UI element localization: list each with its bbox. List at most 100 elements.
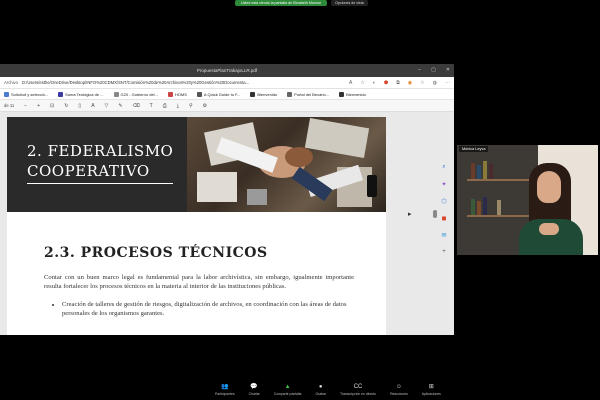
search-icon[interactable]: ⌕ — [442, 164, 445, 171]
bookmark[interactable]: Suma Teológica de ... — [58, 91, 104, 97]
bookmark[interactable]: G20 - Gobierno del... — [113, 91, 158, 97]
save-icon[interactable]: ⤓ — [177, 103, 179, 109]
control-label: Compartir pantalla — [273, 392, 302, 396]
person-hands — [539, 223, 559, 235]
url-field[interactable]: D:/Users/esthe/OneDrive/Desktop/INFO%20C… — [22, 80, 345, 85]
bookmarks-bar: Solicitud y selecció... Suma Teológica d… — [0, 89, 454, 100]
captions-icon: CC — [353, 384, 363, 390]
bookmark-favicon — [287, 91, 293, 97]
page-indicator: de 11 — [4, 103, 15, 108]
more-icon[interactable]: ⋯ — [445, 80, 450, 86]
profile-icon[interactable]: ◍ — [433, 80, 437, 86]
maximize-icon[interactable]: ▢ — [431, 67, 436, 73]
teamwork-photo — [197, 118, 377, 207]
rotate-icon[interactable]: ↻ — [64, 103, 68, 109]
edge-sidebar: ⌕ ✦ ⬡ ◼ ✉ + — [437, 164, 451, 255]
address-prefix: Archivo — [4, 80, 18, 85]
apps-button[interactable]: ⊞ Aplicaciones — [422, 384, 441, 396]
book — [471, 199, 475, 215]
favorites-icon[interactable]: ☆ — [420, 80, 424, 86]
read-aloud-icon[interactable]: A — [349, 80, 352, 86]
collections-icon[interactable]: ⧉ — [396, 80, 400, 86]
reactions-button[interactable]: ☺ Reacciones — [390, 384, 408, 396]
pin-icon[interactable]: ⚲ — [189, 103, 193, 109]
zoom-in-icon[interactable]: + — [37, 103, 40, 109]
extension-icon[interactable]: ◐ — [373, 80, 376, 86]
book — [483, 197, 487, 215]
body-paragraph: Contar con un buen marco legal es fundam… — [44, 274, 354, 291]
control-label: Aplicaciones — [421, 392, 441, 396]
add-icon[interactable]: + — [442, 249, 446, 255]
bookmark[interactable]: HOMS — [167, 91, 187, 97]
highlight-icon[interactable]: ▽ — [105, 103, 109, 109]
favorite-star-icon[interactable]: ☆ — [360, 80, 364, 86]
section-title: 2. FEDERALISMO COOPERATIVO — [27, 142, 174, 180]
close-icon[interactable]: ✕ — [446, 67, 450, 73]
page-view-icon[interactable]: ▯ — [78, 103, 81, 109]
bookmark-favicon — [113, 91, 119, 97]
settings-icon[interactable]: ⚙ — [203, 103, 207, 109]
shared-browser-window: PropuestaPlanTrabajoLLR.pdf – ▢ ✕ Archiv… — [0, 64, 454, 335]
draw-icon[interactable]: ✎ — [118, 103, 122, 109]
fit-page-icon[interactable]: ⊡ — [50, 103, 54, 109]
title-bar: PropuestaPlanTrabajoLLR.pdf – ▢ ✕ — [0, 64, 454, 77]
bookmark[interactable]: Portal del Becario... — [287, 91, 329, 97]
control-label: Charlar — [248, 392, 260, 396]
control-label: Transcripción en directo — [340, 392, 377, 396]
control-label: Grabar — [315, 392, 326, 396]
header-panel: 2. FEDERALISMO COOPERATIVO — [7, 117, 187, 212]
bookmark-favicon — [58, 91, 64, 97]
header-rule — [27, 183, 173, 184]
chat-button[interactable]: 💬 Charlar — [249, 384, 260, 396]
window-controls: – ▢ ✕ — [418, 67, 450, 73]
share-screen-icon: ▲ — [284, 384, 291, 390]
reactions-icon: ☺ — [395, 384, 402, 390]
pdf-page: 2. FEDERALISMO COOPERATIVO 2.3. PROCESOS… — [7, 117, 386, 335]
mouse-cursor-icon: ▸ — [408, 211, 412, 218]
book — [477, 165, 481, 179]
bullet-list: Creación de talleres de gestión de riesg… — [44, 300, 354, 319]
captions-button[interactable]: CC Transcripción en directo — [340, 384, 376, 396]
view-options-button[interactable]: Opciones de vista — [331, 0, 368, 6]
bookmark[interactable]: Bienvenido — [250, 91, 277, 97]
read-aloud-pdf-icon[interactable]: A — [91, 103, 94, 109]
chat-icon: 💬 — [250, 384, 258, 390]
eraser-icon[interactable]: ⌫ — [133, 103, 140, 109]
zoom-out-icon[interactable]: − — [24, 103, 27, 109]
minimize-icon[interactable]: – — [418, 67, 421, 73]
address-bar-icons: A ☆ ◐ ⬟ ⧉ ◉ ☆ ◍ ⋯ — [349, 80, 450, 86]
control-label: Reacciones — [390, 392, 408, 396]
record-icon: ● — [318, 384, 323, 390]
document-body: 2.3. PROCESOS TÉCNICOS Contar con un bue… — [44, 245, 354, 319]
shield-icon[interactable]: ⬟ — [384, 80, 388, 86]
share-banner: Usted está viendo la pantalla de Elizabe… — [235, 0, 368, 6]
section-heading: 2.3. PROCESOS TÉCNICOS — [44, 245, 268, 261]
print-icon[interactable]: ⎙ — [163, 103, 167, 109]
share-screen-button[interactable]: ▲ Compartir pantalla — [274, 384, 302, 396]
book — [477, 201, 481, 215]
bookmark[interactable]: Solicitud y selecció... — [4, 91, 48, 97]
participant-video[interactable]: Mónica Leyva — [457, 145, 598, 255]
extension-orange-icon[interactable]: ◉ — [408, 80, 412, 86]
pdf-toolbar: de 11 − + ⊡ ↻ ▯ A ▽ ✎ ⌫ T ⎙ ⤓ ⚲ ⚙ — [0, 100, 454, 112]
window-title: PropuestaPlanTrabajoLLR.pdf — [196, 68, 258, 73]
bookmark-favicon — [339, 91, 345, 97]
book — [489, 164, 493, 179]
office-icon[interactable]: ◼ — [442, 215, 447, 222]
list-item: Creación de talleres de gestión de riesg… — [62, 300, 354, 319]
person-face — [537, 171, 561, 203]
copilot-icon[interactable]: ✦ — [441, 181, 446, 188]
bookmark[interactable]: Bienvenido — [339, 91, 366, 97]
participant-name: Mónica Leyva — [459, 146, 489, 152]
tools-icon[interactable]: ⬡ — [441, 198, 446, 205]
shelf-board — [467, 215, 537, 217]
outlook-icon[interactable]: ✉ — [441, 232, 446, 239]
pdf-viewer[interactable]: 2. FEDERALISMO COOPERATIVO 2.3. PROCESOS… — [0, 112, 454, 335]
bookmark[interactable]: A Quick Guide to F... — [196, 91, 240, 97]
book — [483, 161, 487, 179]
participants-button[interactable]: 👥 Participantes — [215, 384, 235, 396]
record-button[interactable]: ● Grabar — [315, 384, 326, 396]
participants-icon: 👥 — [221, 384, 229, 390]
shelf-board — [467, 179, 537, 181]
text-icon[interactable]: T — [150, 103, 153, 109]
